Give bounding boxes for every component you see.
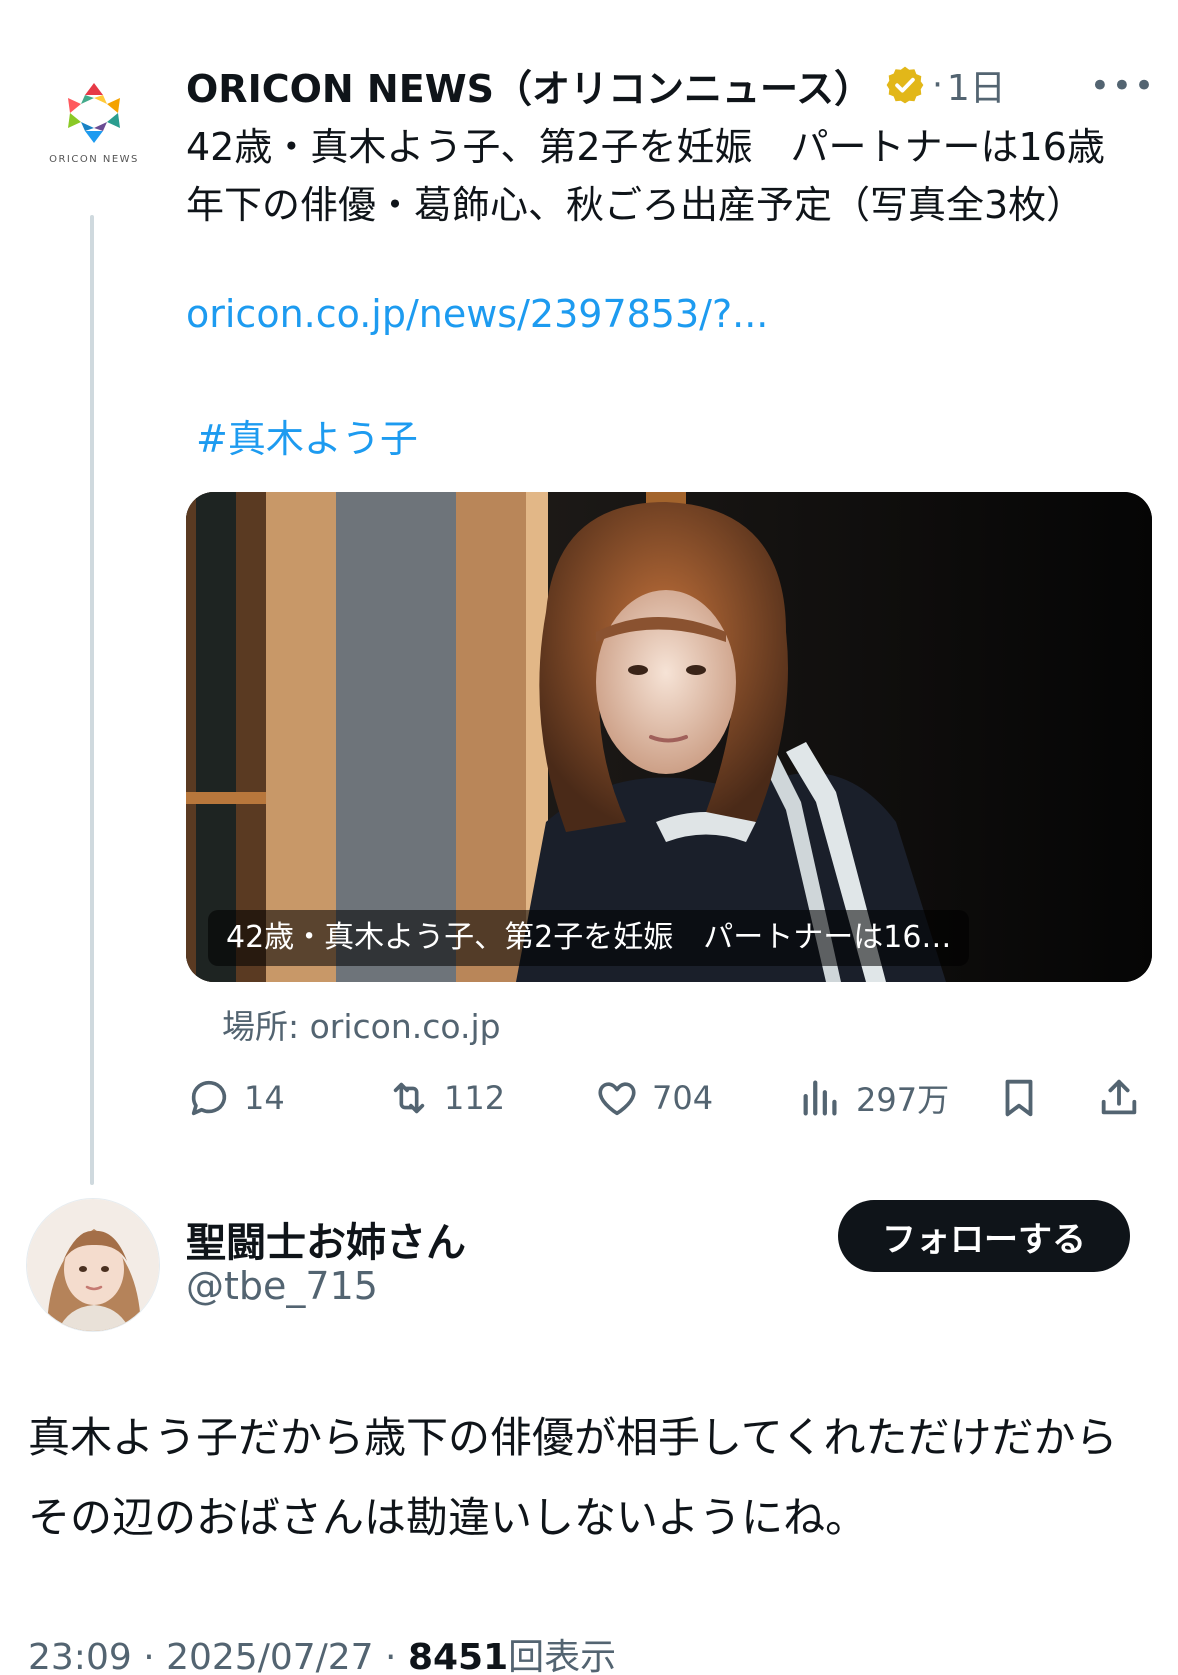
hashtag-link[interactable]: #真木よう子 xyxy=(196,408,418,463)
link-card[interactable]: 42歳・真木よう子、第2子を妊娠 パートナーは16… xyxy=(186,492,1152,982)
tweet-time[interactable]: 23:09 xyxy=(28,1637,132,1675)
follow-button[interactable]: フォローする xyxy=(838,1200,1130,1272)
reply-button[interactable]: 14 xyxy=(186,1068,285,1128)
meta-separator: · xyxy=(143,1637,167,1675)
card-title: 42歳・真木よう子、第2子を妊娠 パートナーは16… xyxy=(208,910,970,966)
separator-dot: · xyxy=(932,65,943,105)
more-dots-icon[interactable]: ••• xyxy=(1090,66,1156,106)
oricon-news-avatar[interactable]: ORICON NEWS xyxy=(38,78,150,178)
retweet-count: 112 xyxy=(444,1079,506,1117)
share-upload-icon xyxy=(1101,1079,1137,1115)
bookmark-icon xyxy=(1005,1079,1033,1117)
share-button[interactable] xyxy=(1096,1068,1154,1128)
meta-separator: · xyxy=(385,1637,408,1675)
oricon-logo-icon xyxy=(68,83,120,143)
tweet-views-label: 回表示 xyxy=(508,1637,617,1675)
author-display-name[interactable]: ORICON NEWS（オリコンニュース） xyxy=(186,58,872,113)
views-count: 297万 xyxy=(856,1081,950,1119)
parent-tweet-header: ORICON NEWS（オリコンニュース） · 1日 ••• xyxy=(186,58,1156,113)
reply-author-name[interactable]: 聖闘士お姉さん xyxy=(186,1210,466,1268)
tweet-link[interactable]: oricon.co.jp/news/2397853/?... xyxy=(186,292,768,336)
avatar-caption: ORICON NEWS xyxy=(49,154,139,165)
thread-connector-line xyxy=(90,215,94,1185)
action-bar: 14 112 704 297万 xyxy=(186,1068,1152,1128)
reply-bubble-icon xyxy=(191,1080,227,1116)
tweet-time-ago[interactable]: 1日 xyxy=(947,59,1006,111)
retweet-arrows-icon xyxy=(393,1082,425,1114)
verified-badge-icon xyxy=(884,64,926,106)
reply-count: 14 xyxy=(244,1079,285,1117)
user-avatar-photo xyxy=(27,1199,159,1331)
tweet-meta: 23:09 · 2025/07/27 · 8451回表示 xyxy=(28,1628,616,1675)
retweet-button[interactable]: 112 xyxy=(386,1068,505,1128)
tweet-views-count: 8451 xyxy=(407,1637,509,1675)
tweet-text: 42歳・真木よう子、第2子を妊娠 パートナーは16歳年下の俳優・葛飾心、秋ごろ出… xyxy=(186,125,1105,227)
reply-tweet-text: 真木よう子だから歳下の俳優が相手してくれただけだからその辺のおばさんは勘違いしな… xyxy=(28,1413,1118,1542)
heart-icon xyxy=(598,1082,636,1116)
tweet-date[interactable]: 2025/07/27 xyxy=(166,1637,374,1675)
like-count: 704 xyxy=(652,1079,714,1117)
bookmark-button[interactable] xyxy=(996,1068,1054,1128)
user-avatar[interactable] xyxy=(26,1198,160,1332)
card-photo xyxy=(186,492,1152,982)
card-source[interactable]: 場所: oricon.co.jp xyxy=(222,1000,501,1048)
bar-chart-icon xyxy=(803,1080,837,1116)
reply-author-handle[interactable]: @tbe_715 xyxy=(186,1264,378,1308)
like-button[interactable]: 704 xyxy=(594,1068,713,1128)
views-button[interactable]: 297万 xyxy=(798,1068,949,1128)
